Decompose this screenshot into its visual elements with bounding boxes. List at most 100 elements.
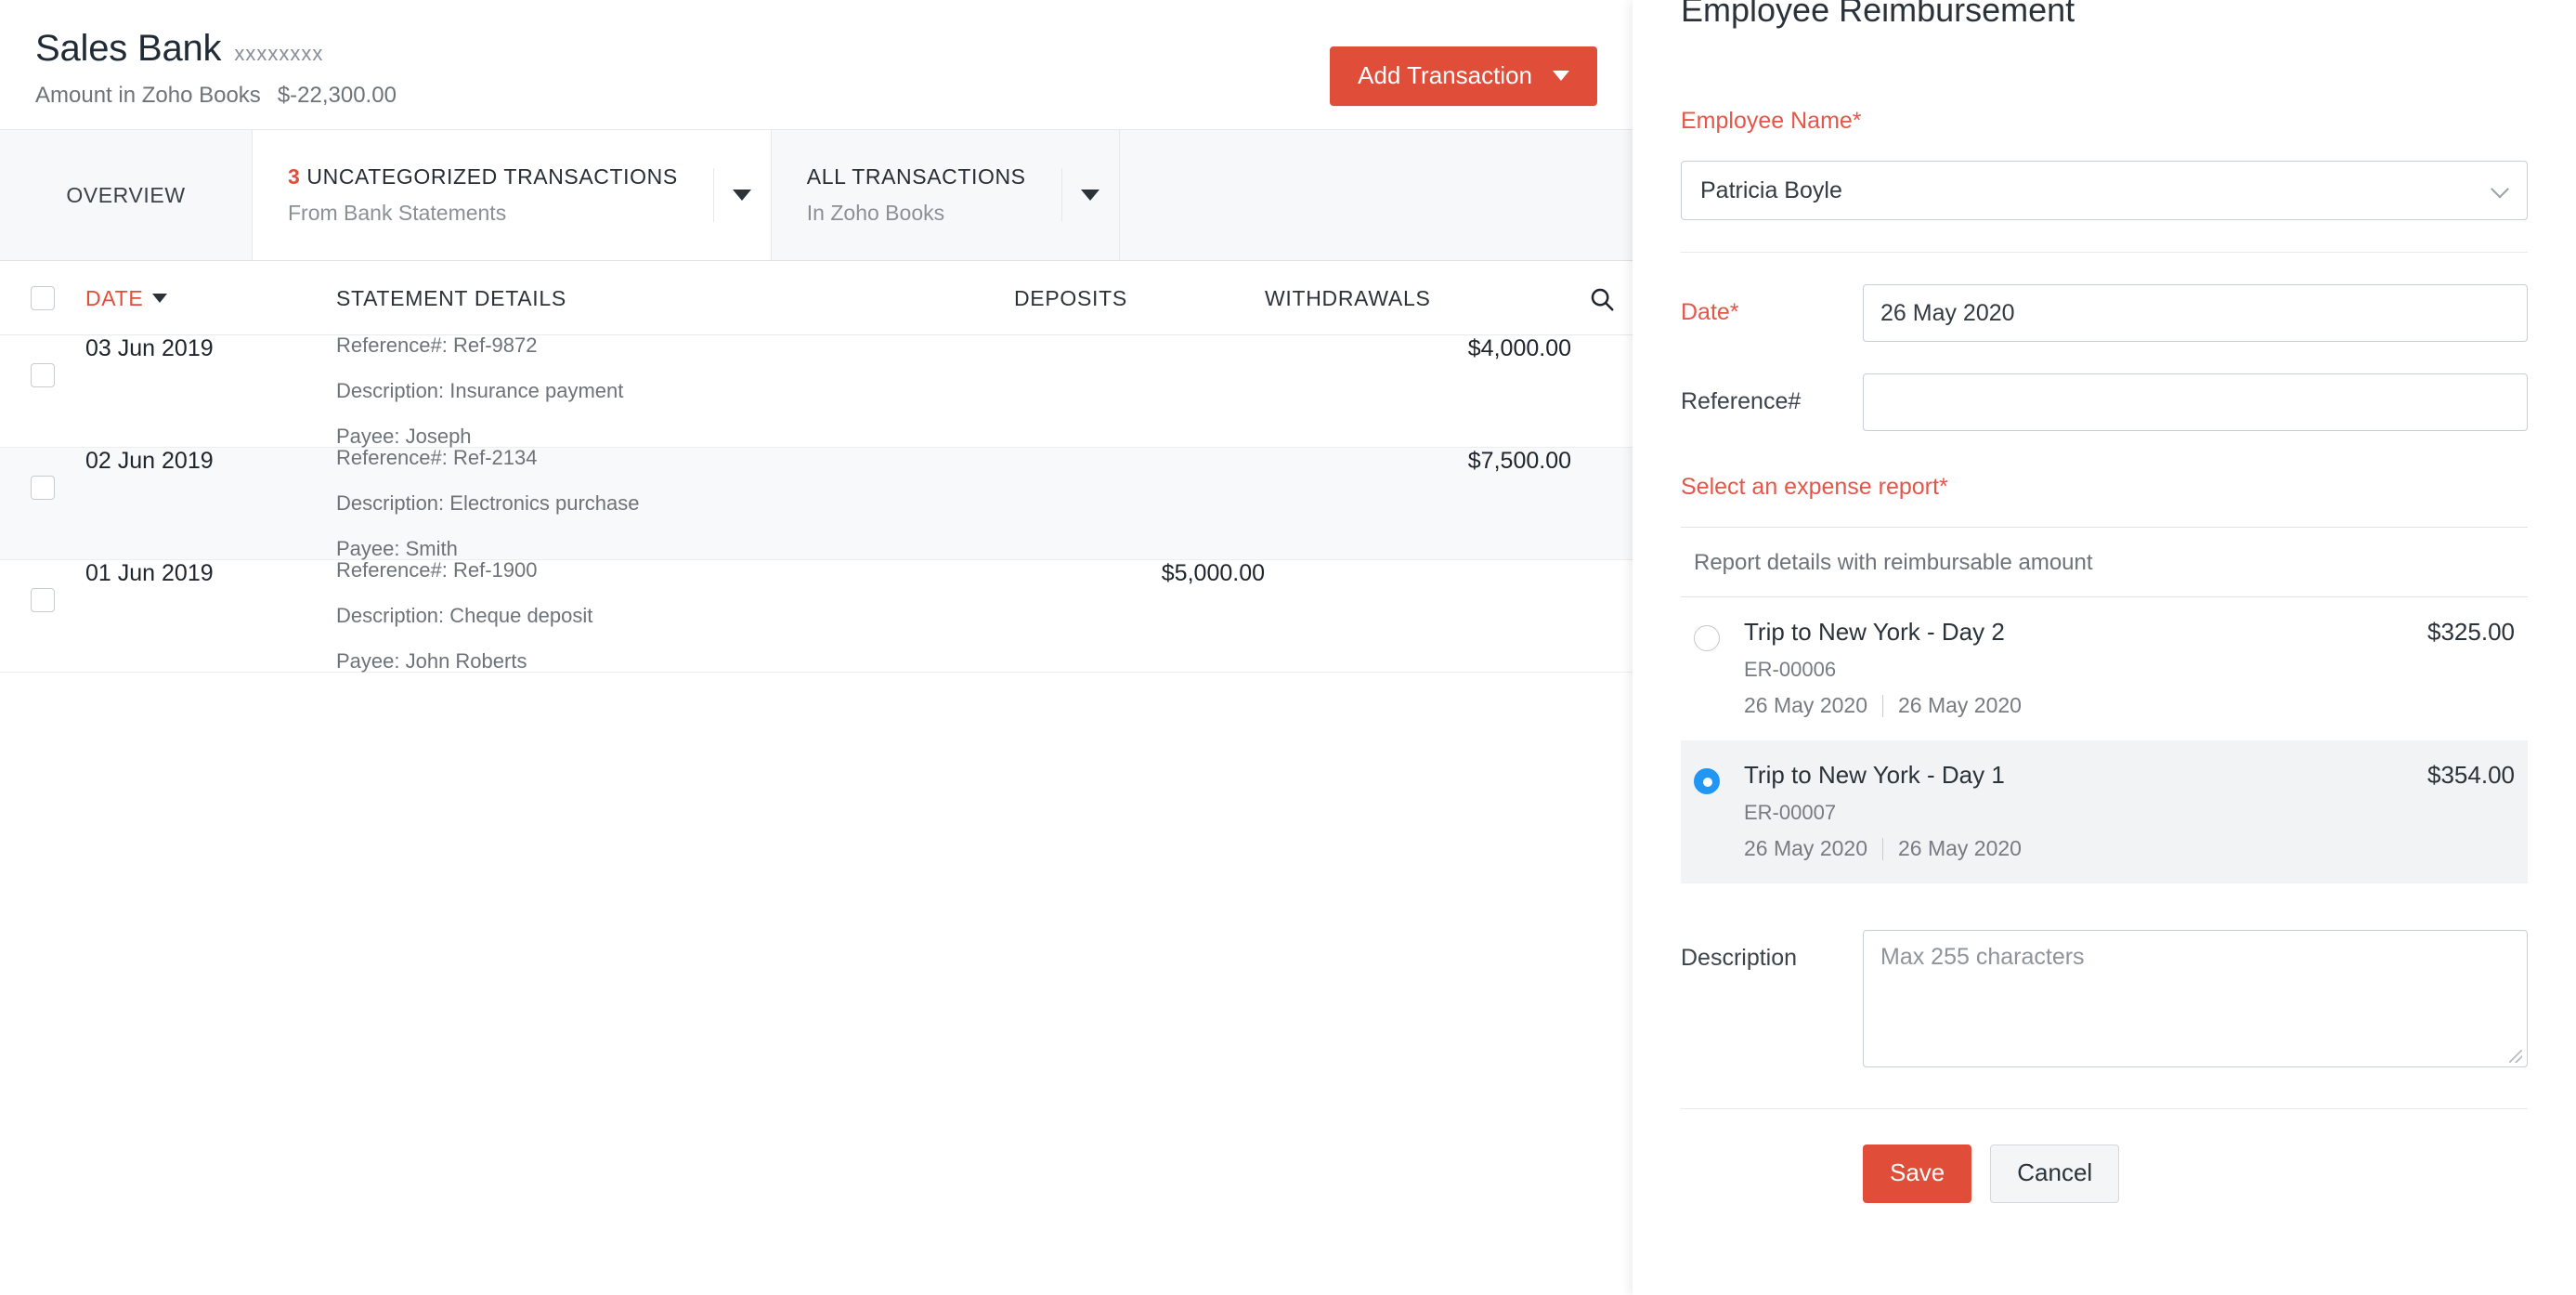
tab-uncategorized-sub: From Bank Statements: [288, 201, 678, 226]
row-checkbox[interactable]: [31, 476, 55, 500]
app-root: Sales Bank xxxxxxxx Amount in Zoho Books…: [0, 0, 2576, 1295]
report-name: Trip to New York - Day 1: [1744, 761, 2005, 790]
table-header-row: DATE STATEMENT DETAILS DEPOSITS WITHDRAW…: [0, 261, 1633, 335]
tab-overview-label: OVERVIEW: [66, 183, 185, 208]
actions-divider: [1681, 1108, 2528, 1109]
employee-name-select[interactable]: Patricia Boyle: [1681, 161, 2528, 220]
row-withdrawal: $7,500.00: [1265, 448, 1571, 560]
sort-descending-icon: [152, 294, 167, 303]
reference-input[interactable]: [1863, 373, 2528, 431]
transactions-table-head: DATE STATEMENT DETAILS DEPOSITS WITHDRAW…: [0, 261, 1633, 335]
employee-reimbursement-panel: Employee Reimbursement Employee Name* Pa…: [1633, 0, 2576, 1295]
report-date-to: 26 May 2020: [1898, 836, 2022, 861]
header-search[interactable]: [1571, 261, 1633, 335]
report-date-from: 26 May 2020: [1744, 836, 1867, 861]
panel-title: Employee Reimbursement: [1681, 0, 2528, 30]
resize-handle-icon[interactable]: [2509, 1050, 2522, 1063]
tab-all-dropdown[interactable]: [1061, 168, 1119, 222]
date-label: Date*: [1681, 284, 1863, 326]
row-description: Description: Cheque deposit: [336, 606, 1014, 626]
row-payee: Payee: Smith: [336, 539, 1014, 559]
row-spacer: [1571, 560, 1633, 673]
tab-uncategorized-body: 3 UNCATEGORIZED TRANSACTIONS From Bank S…: [253, 164, 713, 226]
row-checkbox[interactable]: [31, 363, 55, 387]
list-item[interactable]: Trip to New York - Day 2 $325.00 ER-0000…: [1681, 597, 2528, 740]
amount-value: $-22,300.00: [278, 83, 397, 109]
section-divider: [1681, 252, 2528, 253]
report-radio[interactable]: [1694, 768, 1720, 794]
row-date: 02 Jun 2019: [85, 448, 336, 560]
tabstrip-filler: [1120, 130, 1633, 260]
add-transaction-label: Add Transaction: [1358, 61, 1532, 90]
add-transaction-button[interactable]: Add Transaction: [1330, 46, 1597, 106]
date-input[interactable]: 26 May 2020: [1863, 284, 2528, 342]
tab-all-transactions[interactable]: ALL TRANSACTIONS In Zoho Books: [772, 130, 1120, 260]
amount-label: Amount in Zoho Books: [35, 83, 261, 109]
select-all-checkbox[interactable]: [31, 286, 55, 310]
employee-name-value: Patricia Boyle: [1700, 177, 1842, 204]
report-body: Trip to New York - Day 1 $354.00 ER-0000…: [1744, 761, 2515, 861]
report-top-line: Trip to New York - Day 2 $325.00: [1744, 618, 2515, 647]
header-date-label: DATE: [85, 286, 143, 311]
header-date[interactable]: DATE: [85, 261, 336, 335]
report-dates: 26 May 2020 26 May 2020: [1744, 693, 2515, 718]
table-row[interactable]: 03 Jun 2019 Reference#: Ref-9872 Descrip…: [0, 335, 1633, 448]
cancel-button[interactable]: Cancel: [1990, 1145, 2119, 1203]
tab-overview[interactable]: OVERVIEW: [0, 130, 253, 260]
description-textarea[interactable]: Max 255 characters: [1863, 930, 2528, 1067]
report-name: Trip to New York - Day 2: [1744, 618, 2005, 647]
row-withdrawal: $4,000.00: [1265, 335, 1571, 448]
header-statement-details: STATEMENT DETAILS: [336, 261, 1014, 335]
report-date-from: 26 May 2020: [1744, 693, 1867, 718]
table-row[interactable]: 02 Jun 2019 Reference#: Ref-2134 Descrip…: [0, 448, 1633, 560]
chevron-down-icon: [1553, 71, 1569, 81]
row-deposit: $5,000.00: [1014, 560, 1265, 673]
row-withdrawal: [1265, 560, 1571, 673]
row-payee: Payee: John Roberts: [336, 651, 1014, 672]
report-id: ER-00006: [1744, 658, 2515, 682]
row-spacer: [1571, 448, 1633, 560]
report-body: Trip to New York - Day 2 $325.00 ER-0000…: [1744, 618, 2515, 718]
employee-name-field-group: Employee Name* Patricia Boyle: [1681, 108, 2528, 220]
report-date-to: 26 May 2020: [1898, 693, 2022, 718]
uncategorized-count: 3: [288, 164, 300, 189]
panel-actions: Save Cancel: [1681, 1145, 2528, 1203]
search-icon[interactable]: [1571, 283, 1633, 313]
row-reference: Reference#: Ref-9872: [336, 335, 1014, 356]
row-description: Description: Electronics purchase: [336, 493, 1014, 514]
tab-all-body: ALL TRANSACTIONS In Zoho Books: [772, 164, 1061, 226]
transaction-tabs: OVERVIEW 3 UNCATEGORIZED TRANSACTIONS Fr…: [0, 129, 1633, 261]
tab-uncategorized-label: UNCATEGORIZED TRANSACTIONS: [306, 164, 677, 189]
save-button[interactable]: Save: [1863, 1145, 1971, 1203]
report-id: ER-00007: [1744, 801, 2515, 825]
description-field-row: Description Max 255 characters: [1681, 930, 2528, 1067]
description-label: Description: [1681, 930, 1863, 972]
report-table-header: Report details with reimbursable amount: [1681, 528, 2528, 597]
table-row[interactable]: 01 Jun 2019 Reference#: Ref-1900 Descrip…: [0, 560, 1633, 673]
row-spacer: [1571, 335, 1633, 448]
tab-uncategorized-dropdown[interactable]: [713, 168, 771, 222]
report-amount: $354.00: [2427, 761, 2515, 790]
date-field-row: Date* 26 May 2020: [1681, 284, 2528, 342]
report-dates: 26 May 2020 26 May 2020: [1744, 836, 2515, 861]
tab-uncategorized-main: 3 UNCATEGORIZED TRANSACTIONS: [288, 164, 678, 190]
chevron-down-icon: [733, 190, 751, 201]
bank-transactions-pane: Sales Bank xxxxxxxx Amount in Zoho Books…: [0, 0, 1633, 1295]
expense-report-label: Select an expense report*: [1681, 474, 2528, 501]
row-checkbox[interactable]: [31, 588, 55, 612]
tab-all-label: ALL TRANSACTIONS: [807, 164, 1026, 190]
reference-label: Reference#: [1681, 373, 1863, 415]
report-top-line: Trip to New York - Day 1 $354.00: [1744, 761, 2515, 790]
row-select-cell: [0, 335, 85, 448]
report-radio[interactable]: [1694, 625, 1720, 651]
header-withdrawals: WITHDRAWALS: [1265, 261, 1571, 335]
row-description: Description: Insurance payment: [336, 381, 1014, 401]
chevron-down-icon: [2491, 180, 2509, 199]
tab-uncategorized-transactions[interactable]: 3 UNCATEGORIZED TRANSACTIONS From Bank S…: [253, 130, 772, 260]
date-separator: [1882, 695, 1883, 717]
row-select-cell: [0, 560, 85, 673]
header-deposits: DEPOSITS: [1014, 261, 1265, 335]
row-reference: Reference#: Ref-1900: [336, 560, 1014, 581]
list-item[interactable]: Trip to New York - Day 1 $354.00 ER-0000…: [1681, 740, 2528, 883]
row-date: 01 Jun 2019: [85, 560, 336, 673]
